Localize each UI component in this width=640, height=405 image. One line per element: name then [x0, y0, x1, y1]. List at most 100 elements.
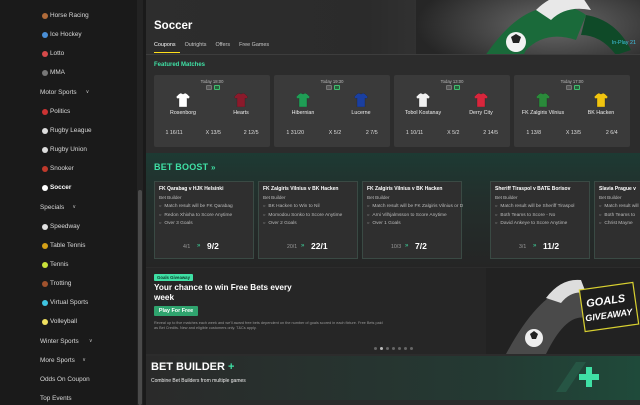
boost-leg: Redon Xhixha to Score Anytime	[159, 212, 255, 221]
bet-boost-card[interactable]: Slavia Prague v Bet Builder Match result …	[594, 181, 640, 259]
boost-new-price-button[interactable]: 9/2	[207, 241, 219, 251]
sidebar-item-label: Politics	[50, 107, 71, 115]
tab-offers[interactable]: Offers	[215, 42, 230, 52]
bet-boost-card[interactable]: FK Qarabag v HJK Helsinki Bet Builder Mat…	[154, 181, 254, 259]
page-title: Soccer	[154, 20, 193, 32]
boost-leg: Match result will be FK Zalgiris Vilnius…	[367, 203, 463, 212]
sidebar-scrollbar-thumb[interactable]	[138, 190, 142, 405]
sidebar-item-horse-racing[interactable]: Horse Racing	[0, 6, 136, 26]
sidebar-item-winter-sports[interactable]: Winter Sports ∨	[0, 332, 136, 352]
sidebar-item-label: Speedway	[50, 222, 80, 230]
home-odds-button[interactable]: 1 13/8	[526, 130, 541, 136]
carousel-dot[interactable]	[398, 347, 401, 350]
match-odds: 1 13/8 X 13/5 2 6/4	[514, 130, 630, 136]
sidebar-item-label: Rugby League	[50, 126, 92, 134]
sidebar-item-volleyball[interactable]: Volleyball	[0, 312, 136, 332]
rugby-league-icon	[42, 127, 48, 134]
home-odds-button[interactable]: 1 31/20	[286, 130, 304, 136]
featured-match-card[interactable]: Today 18:00 Rosenborg Hearts 1 16/11 X 1…	[154, 75, 270, 147]
tab-coupons[interactable]: Coupons	[154, 42, 176, 52]
draw-odds-button[interactable]: X 5/2	[447, 130, 459, 136]
home-odds-button[interactable]: 1 16/11	[165, 130, 182, 136]
bet-boost-card[interactable]: FK Zalgiris Vilnius v BK Hacken Bet Buil…	[258, 181, 358, 259]
draw-odds-button[interactable]: X 13/5	[566, 130, 581, 136]
featured-match-card[interactable]: Today 19:30 Hibernian Lucerne 1 31/20 X …	[274, 75, 390, 147]
boost-title: FK Zalgiris Vilnius v BK Hacken	[263, 186, 339, 192]
play-for-free-button[interactable]: Play For Free	[154, 306, 198, 316]
draw-odds-button[interactable]: X 5/2	[329, 130, 341, 136]
bet-builder-banner[interactable]: BET BUILDER + Combine Bet Builders from …	[146, 356, 640, 405]
app-window: Horse Racing Ice Hockey Lotto MMA Motor Spor…	[0, 0, 640, 405]
sidebar-item-lotto[interactable]: Lotto	[0, 44, 136, 64]
sidebar-item-trotting[interactable]: Trotting	[0, 274, 136, 294]
trotting-icon	[42, 281, 48, 288]
sidebar-item-soccer[interactable]: Soccer	[0, 178, 136, 198]
sidebar-item-specials[interactable]: Specials ∨	[0, 198, 136, 218]
carousel-dot[interactable]	[374, 347, 377, 350]
carousel-dot[interactable]	[380, 347, 383, 350]
sidebar-item-tennis[interactable]: Tennis	[0, 255, 136, 275]
chevron-down-icon: ∨	[88, 337, 93, 344]
boost-leg: Match result will be FK Qarabag	[159, 203, 255, 212]
match-odds: 1 10/11 X 5/2 2 14/5	[394, 130, 510, 136]
boost-leg: Over 1 Goals	[367, 220, 463, 229]
chevron-down-icon: ∨	[72, 203, 77, 210]
home-odds-button[interactable]: 1 10/11	[406, 130, 423, 136]
snooker-icon	[42, 166, 48, 173]
match-odds: 1 16/11 X 13/5 2 12/5	[154, 130, 270, 136]
sidebar-item-top-events[interactable]: Top Events	[0, 389, 136, 405]
carousel-dot[interactable]	[410, 347, 413, 350]
away-odds-button[interactable]: 2 7/5	[366, 130, 378, 136]
sidebar-item-more-sports[interactable]: More Sports ∨	[0, 351, 136, 371]
draw-odds-button[interactable]: X 13/5	[206, 130, 221, 136]
sidebar-item-label: Lotto	[50, 50, 65, 58]
sidebar-item-politics[interactable]: Politics	[0, 102, 136, 122]
sidebar-item-rugby-union[interactable]: Rugby Union	[0, 140, 136, 160]
sport-tabs: Coupons Outrights Offers Free Games	[154, 42, 278, 52]
boost-legs: Match result willBoth Teams toChrist May…	[599, 203, 640, 229]
header-divider	[146, 54, 640, 55]
bet-boost-card[interactable]: FK Zalgiris Vilnius v BK Hacken Bet Buil…	[362, 181, 463, 259]
tab-free-games[interactable]: Free Games	[239, 42, 269, 52]
featured-match-card[interactable]: Today 17:00 FK Zalgiris Vilnius BK Hacke…	[514, 75, 630, 147]
sidebar-item-mma[interactable]: MMA	[0, 63, 136, 83]
away-odds-button[interactable]: 2 6/4	[606, 130, 618, 136]
bet-boost-card[interactable]: Sheriff Tiraspol v BATE Borisov Bet Buil…	[490, 181, 590, 259]
sidebar-item-rugby-league[interactable]: Rugby League	[0, 121, 136, 141]
boost-old-price: 10/3	[391, 244, 402, 250]
away-team-name: Derry City	[469, 110, 493, 116]
home-team-name: Tobol Kostanay	[404, 110, 442, 116]
sidebar-item-motor-sports[interactable]: Motor Sports ∨	[0, 83, 136, 103]
boost-arrow-icon: »	[197, 243, 201, 249]
sidebar-item-label: Soccer	[50, 184, 72, 192]
goals-giveaway-promo[interactable]: Goals Giveaway Your chance to win Free B…	[146, 268, 640, 354]
tab-outrights[interactable]: Outrights	[185, 42, 207, 52]
boost-leg: Momodou Sonko to Score Anytime	[263, 212, 359, 221]
featured-match-card[interactable]: Today 13:00 Tobol Kostanay Derry City 1 …	[394, 75, 510, 147]
sidebar-item-speedway[interactable]: Speedway	[0, 217, 136, 237]
away-odds-button[interactable]: 2 14/5	[483, 130, 498, 136]
sidebar-item-virtual-sports[interactable]: Virtual Sports	[0, 293, 136, 313]
sidebar-item-odds-on-coupon[interactable]: Odds On Coupon	[0, 370, 136, 390]
match-time: Today 18:00	[200, 79, 224, 84]
carousel-dot[interactable]	[404, 347, 407, 350]
sidebar-item-table-tennis[interactable]: Table Tennis	[0, 236, 136, 256]
chevron-down-icon: ∨	[85, 88, 90, 95]
home-team-name: Rosenborg	[170, 110, 196, 116]
sidebar-item-ice-hockey[interactable]: Ice Hockey	[0, 25, 136, 45]
carousel-dot[interactable]	[392, 347, 395, 350]
sidebar-item-label: Ice Hockey	[50, 31, 82, 39]
boost-new-price-button[interactable]: 11/2	[543, 241, 559, 251]
in-play-link[interactable]: In-Play 21	[612, 40, 636, 46]
carousel-dot[interactable]	[386, 347, 389, 350]
boost-new-price-button[interactable]: 7/2	[415, 241, 427, 251]
bet-boost-section: BET BOOST » FK Qarabag v HJK Helsinki Be…	[146, 153, 640, 267]
boost-arrow-icon: »	[533, 243, 537, 249]
goals-giveaway-artwork: GOALS GIVEAWAY	[486, 268, 640, 354]
away-odds-button[interactable]: 2 12/5	[244, 130, 259, 136]
boost-new-price-button[interactable]: 22/1	[311, 241, 328, 251]
horse-racing-icon	[42, 13, 48, 19]
away-team-name: Lucerne	[351, 110, 371, 116]
sidebar-item-snooker[interactable]: Snooker	[0, 159, 136, 179]
carousel-dots	[374, 347, 413, 350]
